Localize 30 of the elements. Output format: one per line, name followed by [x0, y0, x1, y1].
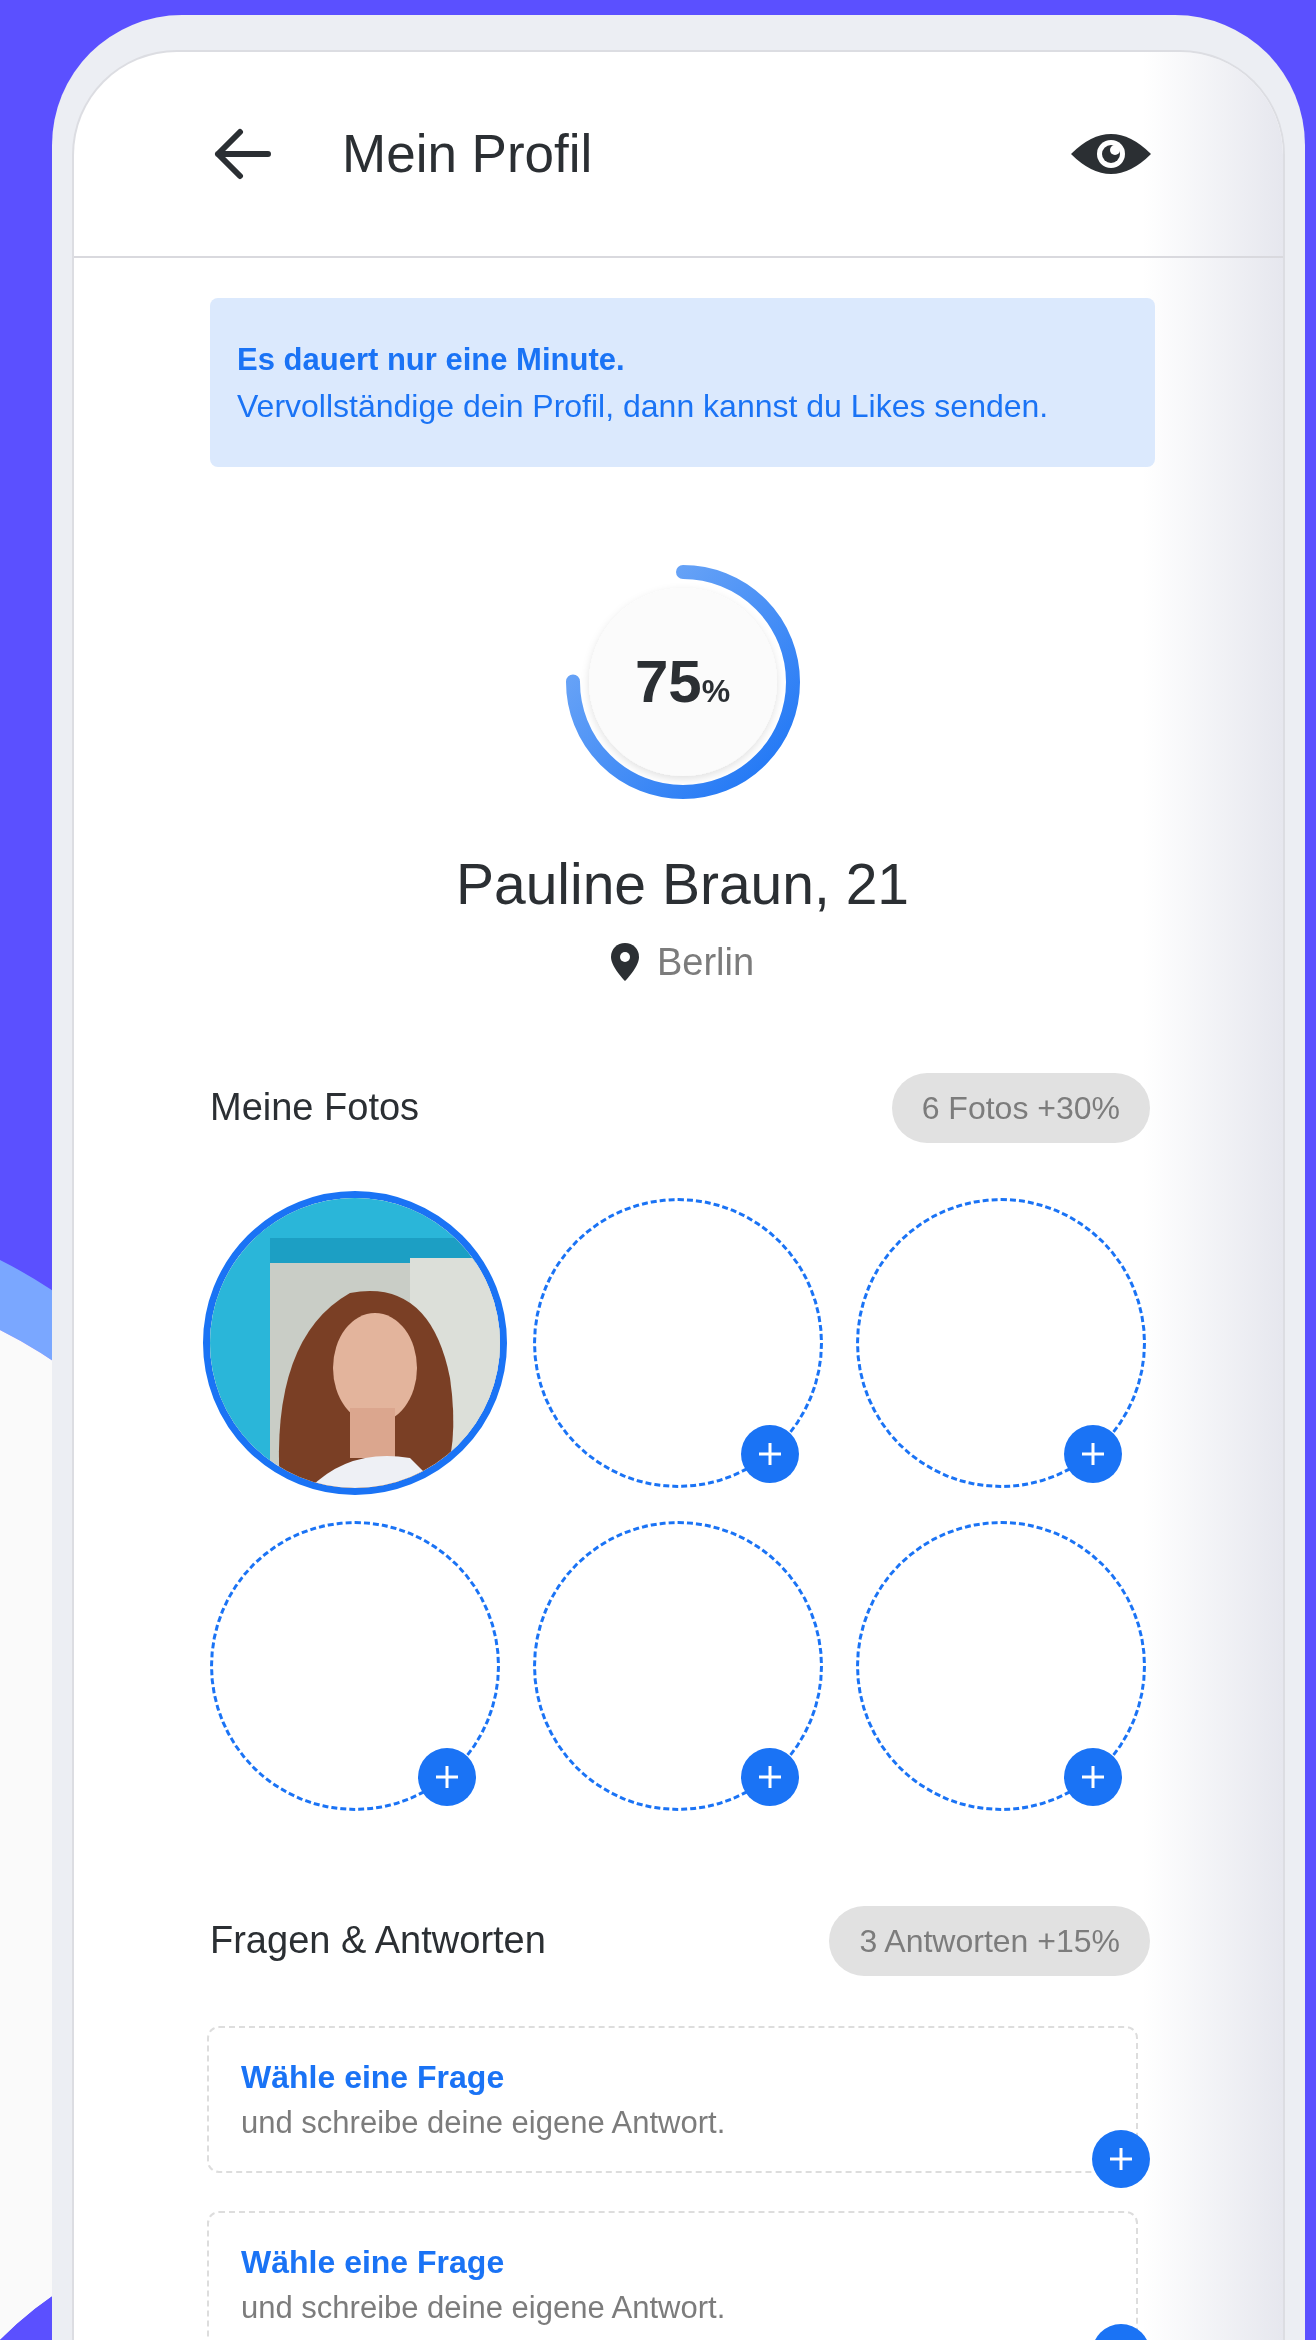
photo-slot[interactable] — [533, 1520, 823, 1811]
plus-icon — [1109, 2146, 1133, 2171]
back-arrow-icon — [212, 127, 272, 181]
location-pin-icon — [610, 943, 639, 981]
photo-slot[interactable] — [210, 1520, 500, 1811]
location-text: Berlin — [656, 939, 755, 985]
count-badge: 6 Fotos +30% — [891, 1072, 1150, 1143]
card-text: und schreibe deine eigene Antwort. — [241, 2289, 726, 2327]
banner-title: Es dauert nur eine Minute. — [237, 340, 626, 379]
eye-icon[interactable] — [1071, 132, 1151, 176]
plus-icon — [1081, 1441, 1105, 1466]
photo-slot[interactable] — [533, 1197, 823, 1488]
add-button[interactable] — [1092, 2129, 1150, 2188]
plus-icon — [758, 1441, 782, 1466]
back-button[interactable] — [212, 127, 272, 181]
card-title: Wähle eine Frage — [241, 2243, 505, 2282]
section-title: Meine Fotos — [210, 1085, 420, 1130]
card-text: und schreibe deine eigene Antwort. — [241, 2104, 726, 2142]
profile-name: Pauline Braun, 21 — [455, 851, 910, 918]
plus-icon — [435, 1764, 459, 1789]
photo-slot[interactable] — [856, 1520, 1146, 1811]
banner-text: Vervollständige dein Profil, dann kannst du Likes senden. — [237, 386, 1050, 426]
screen-title: Mein Profil — [342, 123, 594, 186]
photo-slot[interactable] — [856, 1197, 1146, 1488]
section-title: Fragen & Antworten — [210, 1918, 546, 1963]
progress-value: 75% — [634, 647, 731, 717]
plus-icon — [1081, 1764, 1105, 1789]
plus-icon — [758, 1764, 782, 1789]
count-badge: 3 Antworten +15% — [829, 1905, 1150, 1976]
card-title: Wähle eine Frage — [241, 2058, 505, 2097]
